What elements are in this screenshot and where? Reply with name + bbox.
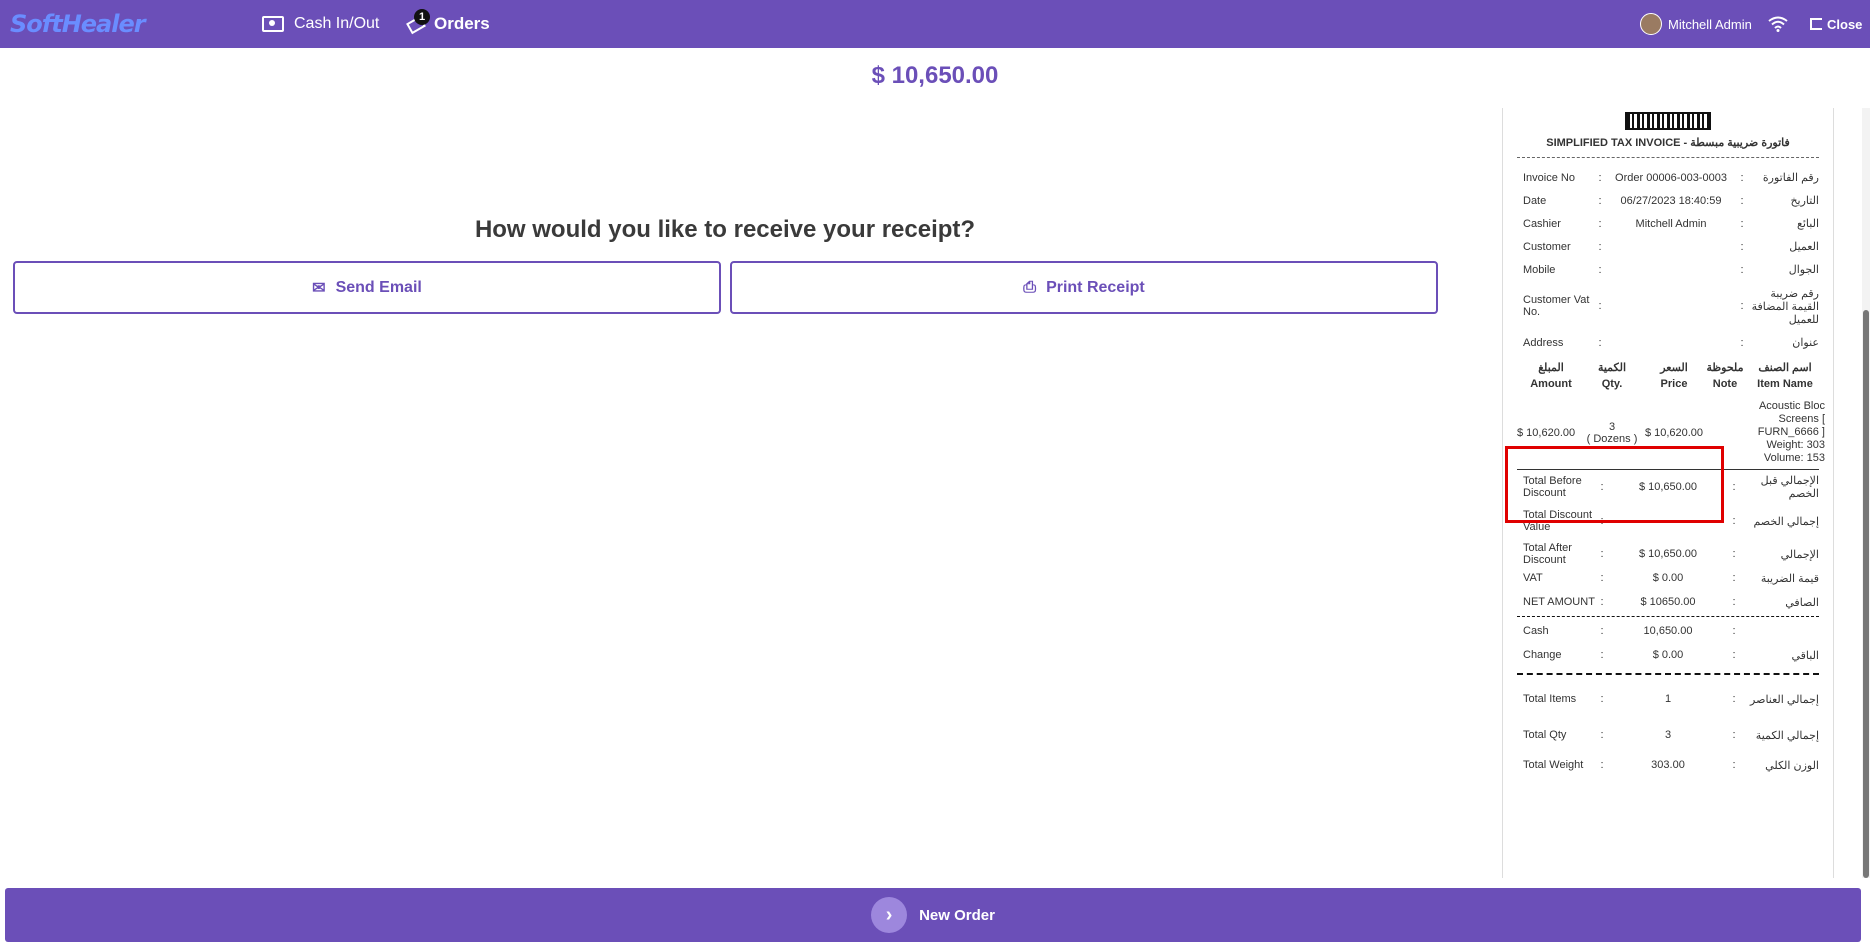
info-row: Date: 06/27/2023 18:40:59: التاريخ <box>1523 194 1819 208</box>
receipt-question: How would you like to receive your recei… <box>474 216 976 243</box>
totals-row: NET AMOUNT: $ 10650.00: الصافي <box>1523 596 1819 609</box>
avatar <box>1640 13 1662 35</box>
info-row: Customer: : العميل <box>1523 240 1819 254</box>
summary-row: Total Weight: 303.00: الوزن الكلي <box>1523 759 1819 772</box>
item-name: Acoustic Bloc Screens [ FURN_6666 ] Weig… <box>1757 400 1825 464</box>
brand-logo: SoftHealer <box>10 10 146 38</box>
top-bar: SoftHealer Cash In/Out 1 Orders Mitchell… <box>0 0 1870 48</box>
user-menu[interactable]: Mitchell Admin <box>1640 0 1752 48</box>
orders-button[interactable]: 1 Orders <box>406 0 490 48</box>
payment-row: Cash: 10,650.00: <box>1523 625 1736 637</box>
item-price: $ 10,620.00 <box>1644 426 1704 439</box>
order-total: $ 10,650.00 <box>871 62 999 89</box>
wifi-icon <box>1766 0 1790 48</box>
receipt-scrollbar-thumb[interactable] <box>1863 310 1869 878</box>
printer-icon: ⎙ <box>1023 278 1037 296</box>
cash-inout-button[interactable]: Cash In/Out <box>262 0 379 48</box>
orders-badge: 1 <box>414 9 430 25</box>
close-label: Close <box>1827 16 1863 32</box>
payment-row: Change: $ 0.00: الباقي <box>1523 649 1819 662</box>
cash-icon <box>262 16 284 32</box>
cash-inout-label: Cash In/Out <box>294 15 380 32</box>
invoice-title: SIMPLIFIED TAX INVOICE - فاتورة ضريبية م… <box>1546 137 1790 149</box>
close-button[interactable]: Close <box>1810 0 1862 48</box>
info-row: Address: : عنوان <box>1523 336 1819 350</box>
summary-row: Total Items: 1: إجمالي العناصر <box>1523 693 1819 706</box>
totals-row: VAT: $ 0.00: قيمة الضريبة <box>1523 572 1819 585</box>
item-amount: $ 10,620.00 <box>1517 426 1576 439</box>
new-order-label: New Order <box>919 906 995 924</box>
summary-row: Total Qty: 3: إجمالي الكمية <box>1523 729 1819 742</box>
qr-code <box>1625 112 1711 130</box>
highlight-box <box>1505 446 1724 523</box>
item-qty: 3( Dozens ) <box>1586 420 1638 445</box>
totals-row: Total After Discount: $ 10,650.00: الإجم… <box>1523 542 1819 566</box>
sign-out-icon <box>1810 18 1822 30</box>
chevron-right-icon: › <box>871 897 908 933</box>
info-row: Customer Vat No.: : رقم ضريبة القيمة الم… <box>1523 287 1819 326</box>
send-email-button[interactable]: ✉ Send Email <box>13 261 721 314</box>
info-row: Mobile: : الجوال <box>1523 263 1819 277</box>
info-row: Invoice No: Order 00006-003-0003: رقم ال… <box>1523 171 1819 185</box>
print-receipt-label: Print Receipt <box>1046 278 1145 296</box>
item-table-header: المبلغ Amount الكمية Qty. السعر Price ملحوظ… <box>1530 362 1813 390</box>
orders-label: Orders <box>434 14 490 33</box>
new-order-button[interactable]: › New Order <box>5 888 1861 942</box>
envelope-icon: ✉ <box>312 279 326 297</box>
print-receipt-button[interactable]: ⎙ Print Receipt <box>730 261 1438 314</box>
info-row: Cashier: Mitchell Admin: البائع <box>1523 217 1819 231</box>
user-name: Mitchell Admin <box>1668 16 1752 32</box>
ticket-icon: 1 <box>406 9 430 31</box>
send-email-label: Send Email <box>335 278 422 296</box>
